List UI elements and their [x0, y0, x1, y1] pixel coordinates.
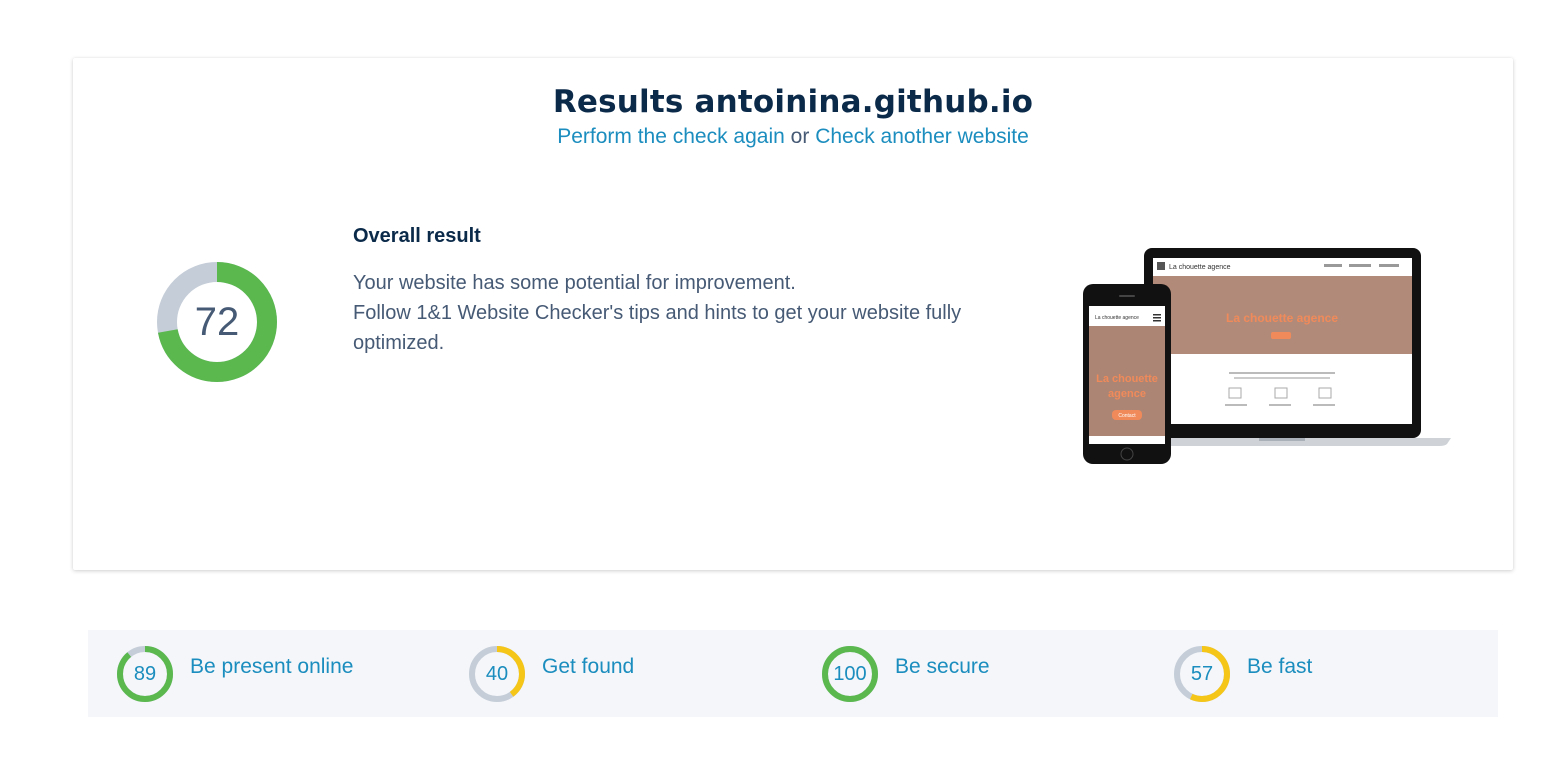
svg-text:agence: agence: [1108, 388, 1146, 400]
overall-result-section: Overall result Your website has some pot…: [353, 225, 1033, 358]
separator-text: or: [790, 125, 810, 148]
category-score-ring: 100: [820, 644, 880, 704]
overall-score-gauge: 72: [157, 262, 277, 382]
overall-result-heading: Overall result: [353, 225, 481, 247]
category-score-ring: 57: [1172, 644, 1232, 704]
page-title: Results antoinina.github.io: [552, 84, 1034, 120]
results-card: Results antoinina.github.io Perform the …: [73, 58, 1513, 570]
phone-mockup: La chouette agence La chouette agence Co…: [1083, 284, 1171, 464]
svg-text:La chouette: La chouette: [1096, 373, 1158, 385]
phone-contact-button: Contact: [1118, 413, 1136, 419]
perform-check-again-link[interactable]: Perform the check again: [557, 125, 785, 148]
category-score-value: 100: [833, 662, 867, 685]
device-preview-image: La chouette agence La chouette agence La…: [1079, 242, 1459, 468]
laptop-site-title: La chouette agence: [1169, 264, 1231, 271]
category-score-ring: 89: [115, 644, 175, 704]
category-label[interactable]: Be fast: [1247, 655, 1312, 679]
category-scores-bar: 89 Be present online 40 Get found 100 Be…: [88, 630, 1498, 717]
overall-result-text: Your website has some potential for impr…: [353, 268, 1033, 358]
overall-result-line2: Follow 1&1 Website Checker's tips and hi…: [353, 302, 962, 354]
check-another-website-link[interactable]: Check another website: [815, 125, 1029, 148]
category-score-value: 89: [133, 662, 157, 685]
category-score-ring: 40: [467, 644, 527, 704]
phone-site-title: La chouette agence: [1095, 315, 1139, 321]
subtitle-links: Perform the check again or Check another…: [73, 125, 1513, 149]
category-label[interactable]: Be secure: [895, 655, 990, 679]
category-label[interactable]: Be present online: [190, 655, 353, 679]
overall-result-line1: Your website has some potential for impr…: [353, 272, 796, 294]
laptop-mockup: La chouette agence La chouette agence: [1129, 248, 1451, 446]
category-score-value: 40: [485, 662, 509, 685]
category-label[interactable]: Get found: [542, 655, 634, 679]
overall-score-value: 72: [194, 299, 240, 344]
category-score-value: 57: [1190, 662, 1214, 685]
laptop-hero-text: La chouette agence: [1226, 311, 1338, 325]
